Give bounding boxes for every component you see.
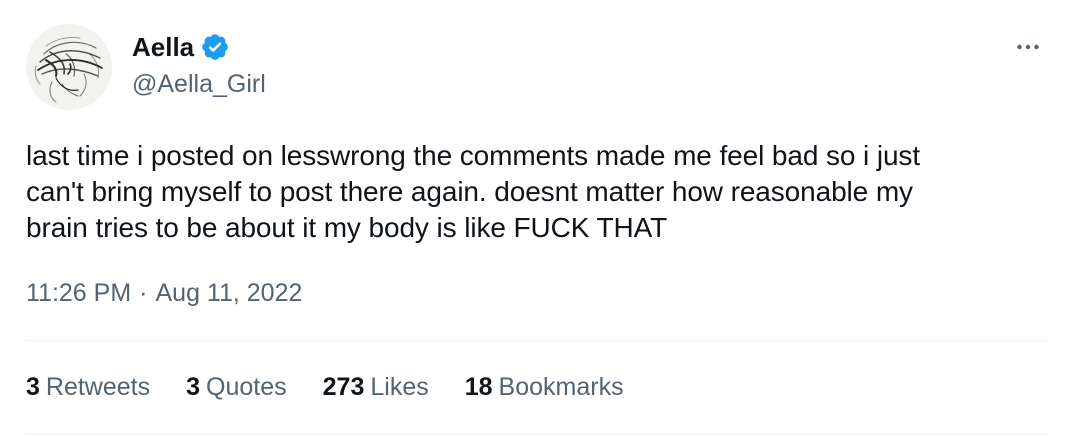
bookmarks-count: 18	[464, 373, 493, 401]
likes-count: 273	[322, 373, 365, 401]
quotes-stat[interactable]: 3 Quotes	[186, 370, 287, 404]
likes-label: Likes	[370, 373, 429, 401]
divider	[26, 340, 1048, 341]
timestamp-separator: ·	[139, 279, 148, 307]
avatar[interactable]	[26, 24, 112, 110]
retweets-count: 3	[26, 373, 40, 401]
tweet-card: Aella @Aella_Girl last time i posted on …	[0, 0, 1078, 436]
quotes-count: 3	[186, 373, 201, 401]
bookmarks-label: Bookmarks	[498, 373, 624, 401]
bookmarks-stat[interactable]: 18 Bookmarks	[465, 370, 624, 404]
retweets-stat[interactable]: 3 Retweets	[26, 370, 150, 404]
avatar-sketch-image	[26, 24, 112, 110]
more-horizontal-icon	[1017, 44, 1039, 50]
author-handle[interactable]: @Aella_Girl	[132, 68, 266, 100]
more-button[interactable]	[1008, 30, 1048, 64]
tweet-time-link[interactable]: 11:26 PM	[26, 276, 131, 310]
display-name[interactable]: Aella	[132, 30, 194, 64]
likes-stat[interactable]: 273 Likes	[323, 370, 429, 404]
retweets-label: Retweets	[45, 373, 151, 401]
engagement-stats: 3 Retweets 3 Quotes 273 Likes 18 Bookmar…	[26, 370, 660, 404]
tweet-timestamp: 11:26 PM · Aug 11, 2022	[26, 276, 302, 310]
verified-badge-icon	[202, 34, 228, 60]
divider	[26, 434, 1048, 435]
author-name-row: Aella	[132, 30, 230, 64]
tweet-text: last time i posted on lesswrong the comm…	[26, 140, 921, 243]
tweet-date-link[interactable]: Aug 11, 2022	[155, 276, 302, 310]
quotes-label: Quotes	[206, 373, 287, 401]
